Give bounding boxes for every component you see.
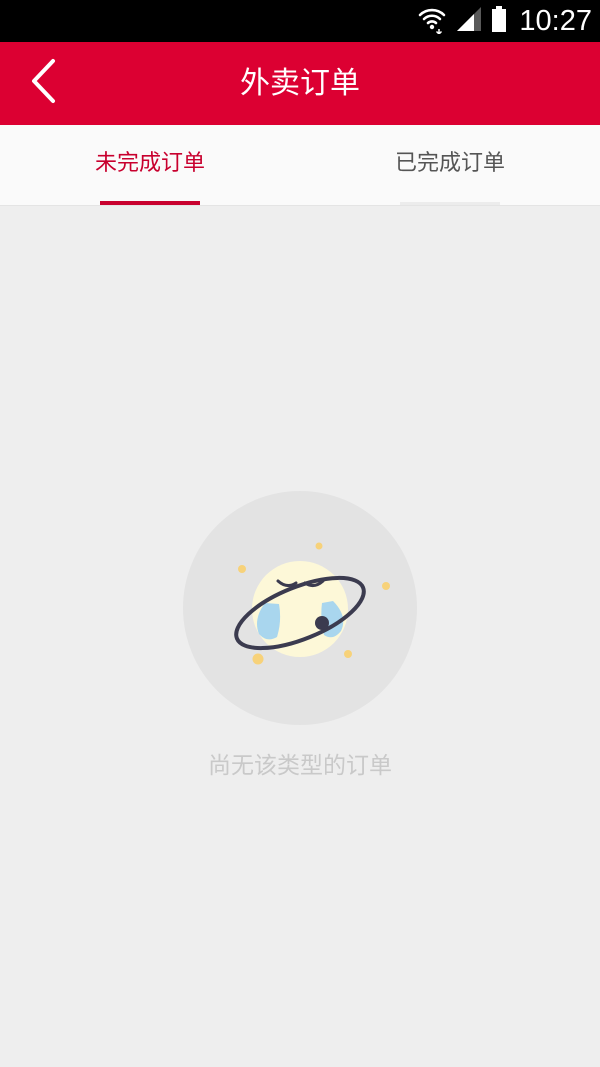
tab-bar: 未完成订单 已完成订单: [0, 125, 600, 206]
empty-state-message: 尚无该类型的订单: [208, 753, 392, 779]
empty-state: 尚无该类型的订单: [0, 206, 600, 1067]
status-icons: 10:27: [417, 0, 592, 42]
battery-icon: [491, 5, 507, 37]
tab-label: 未完成订单: [94, 151, 205, 176]
wifi-icon: [417, 4, 447, 38]
inactive-tab-indicator: [400, 202, 500, 205]
app-header: 外卖订单: [0, 42, 600, 125]
crying-planet-icon: [183, 491, 417, 725]
page-title: 外卖订单: [240, 66, 360, 101]
cell-signal-icon: [455, 5, 483, 37]
active-tab-indicator: [100, 201, 200, 205]
tab-label: 已完成订单: [394, 151, 505, 176]
status-bar: 10:27: [0, 0, 600, 42]
tab-incomplete-orders[interactable]: 未完成订单: [0, 125, 300, 205]
status-clock: 10:27: [519, 5, 592, 37]
tab-completed-orders[interactable]: 已完成订单: [300, 125, 600, 205]
